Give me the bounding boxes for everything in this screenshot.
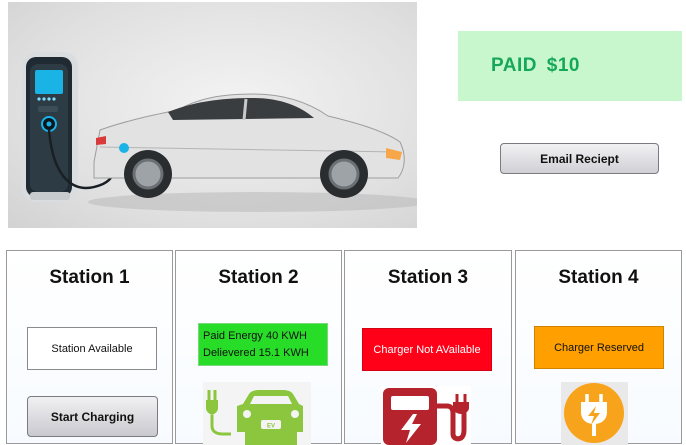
station-2-title: Station 2 bbox=[218, 267, 299, 288]
station-2-status: Paid Energy 40 KWH Delievered 15.1 KWH bbox=[198, 323, 328, 366]
station-2-status-line-1: Paid Energy 40 KWH bbox=[203, 330, 307, 342]
car-badge-text: EV bbox=[267, 424, 275, 430]
fuel-charger-icon bbox=[381, 386, 471, 445]
hero-ev-charging-image bbox=[8, 2, 417, 228]
station-2-panel: Station 2 Paid Energy 40 KWH Delievered … bbox=[175, 250, 342, 445]
lightning-plug-icon bbox=[561, 382, 628, 445]
station-1-title: Station 1 bbox=[49, 267, 130, 288]
station-3-status: Charger Not AVailable bbox=[362, 328, 492, 371]
electric-car-icon: EV bbox=[203, 382, 311, 445]
station-4-status: Charger Reserved bbox=[534, 326, 664, 369]
station-4-title: Station 4 bbox=[558, 267, 639, 288]
email-receipt-button[interactable]: Email Reciept bbox=[500, 143, 659, 174]
station-4-panel: Station 4 Charger Reserved bbox=[515, 250, 682, 445]
station-3-panel: Station 3 Charger Not AVailable bbox=[344, 250, 512, 445]
charging-station-pillar bbox=[22, 52, 78, 202]
payment-status-text: PAID $10 bbox=[491, 55, 580, 76]
station-1-status: Station Available bbox=[27, 327, 157, 370]
electric-car-image bbox=[93, 93, 405, 198]
station-3-title: Station 3 bbox=[387, 267, 469, 288]
station-1-panel: Station 1 Station Available Start Chargi… bbox=[6, 250, 173, 444]
station-2-status-line-2: Delievered 15.1 KWH bbox=[203, 347, 309, 359]
payment-status-banner: PAID $10 bbox=[458, 31, 682, 101]
start-charging-button[interactable]: Start Charging bbox=[27, 396, 158, 437]
